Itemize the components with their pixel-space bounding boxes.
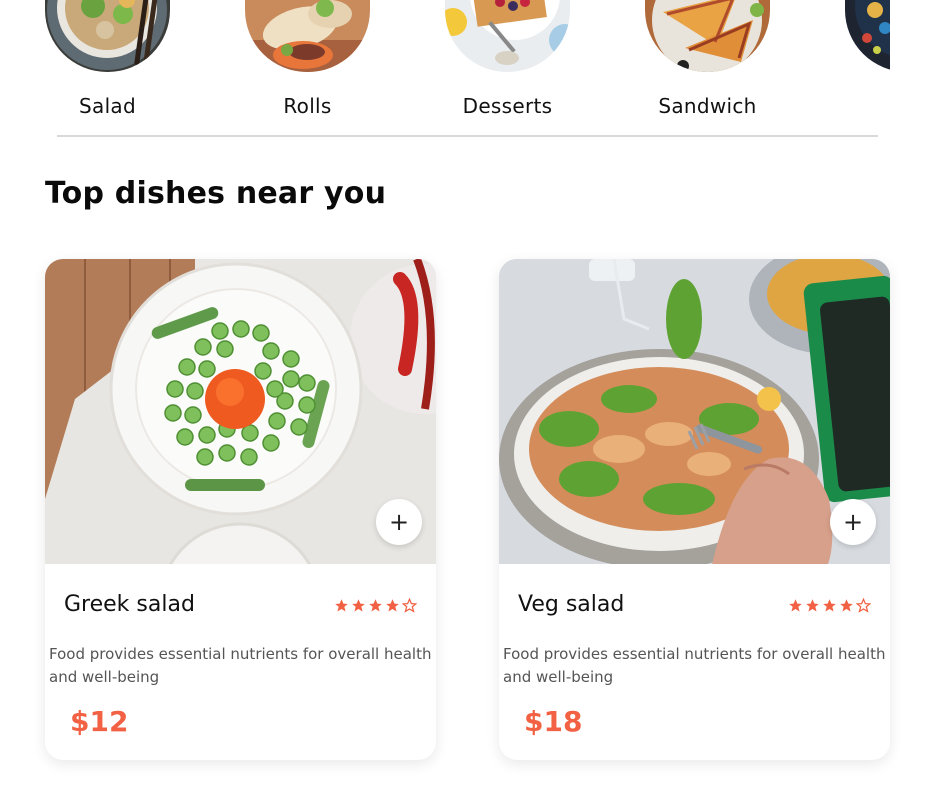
category-label: Salad bbox=[79, 94, 136, 118]
add-to-cart-button[interactable]: + bbox=[830, 499, 876, 545]
star-filled-icon bbox=[352, 599, 365, 612]
category-label: Desserts bbox=[462, 94, 553, 118]
waffle-dessert-image bbox=[445, 0, 570, 72]
star-outline-icon bbox=[402, 598, 417, 613]
star-filled-icon bbox=[386, 599, 399, 612]
partially-visible-category-image bbox=[845, 0, 890, 72]
star-filled-icon bbox=[840, 599, 853, 612]
category-rolls[interactable]: Rolls bbox=[245, 0, 370, 125]
plus-icon: + bbox=[842, 508, 864, 536]
dish-description: Food provides essential nutrients for ov… bbox=[503, 645, 886, 686]
dish-description: Food provides essential nutrients for ov… bbox=[49, 645, 432, 686]
section-title: Top dishes near you bbox=[45, 176, 387, 211]
category-desserts[interactable]: Desserts bbox=[445, 0, 570, 125]
category-salad[interactable]: Salad bbox=[45, 0, 170, 125]
dish-name: Veg salad bbox=[518, 592, 625, 617]
salad-bowl-image bbox=[45, 0, 170, 72]
dish-price: $18 bbox=[524, 705, 583, 738]
star-filled-icon bbox=[369, 599, 382, 612]
category-label: Sandwich bbox=[658, 94, 757, 118]
star-filled-icon bbox=[335, 599, 348, 612]
star-outline-icon bbox=[856, 598, 871, 613]
category-partial[interactable]: C bbox=[845, 0, 890, 125]
category-sandwich[interactable]: Sandwich bbox=[645, 0, 770, 125]
rating-stars bbox=[788, 598, 871, 613]
add-to-cart-button[interactable]: + bbox=[376, 499, 422, 545]
dish-price: $12 bbox=[70, 705, 129, 738]
sandwich-image bbox=[645, 0, 770, 72]
star-filled-icon bbox=[823, 599, 836, 612]
category-label: Rolls bbox=[283, 94, 332, 118]
rating-stars bbox=[334, 598, 417, 613]
category-strip: Salad Rolls Desserts Sandwich bbox=[45, 0, 890, 125]
plus-icon: + bbox=[388, 508, 410, 536]
dish-card[interactable]: + Veg salad Food provides essential nutr… bbox=[499, 259, 890, 760]
dish-name: Greek salad bbox=[64, 592, 195, 617]
category-divider bbox=[57, 135, 878, 137]
star-filled-icon bbox=[789, 599, 802, 612]
star-filled-icon bbox=[806, 599, 819, 612]
dish-card[interactable]: + Greek salad Food provides essential nu… bbox=[45, 259, 436, 760]
wrap-rolls-image bbox=[245, 0, 370, 72]
